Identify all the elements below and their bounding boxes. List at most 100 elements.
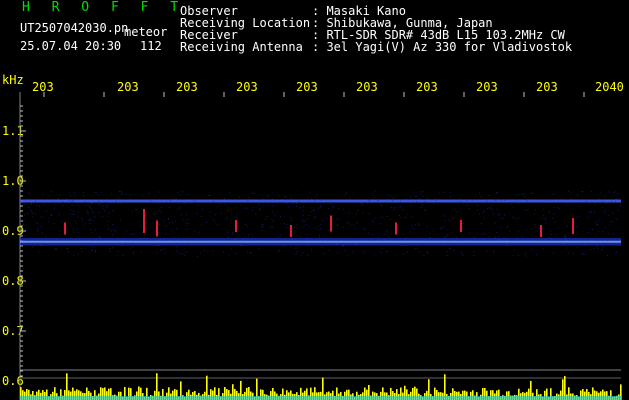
noise-dot xyxy=(422,191,424,193)
noise-dot xyxy=(40,225,42,227)
noise-dot xyxy=(332,206,334,208)
noise-dot xyxy=(617,192,619,194)
noise-dot xyxy=(607,254,609,256)
noise-dot xyxy=(396,255,398,257)
noise-dot xyxy=(315,197,317,199)
noise-dot xyxy=(570,213,572,215)
noise-dot xyxy=(290,216,292,218)
noise-dot xyxy=(418,223,420,225)
noise-dot xyxy=(62,205,64,207)
noise-dot xyxy=(495,199,497,201)
noise-dot xyxy=(458,210,460,212)
noise-dot xyxy=(212,201,214,203)
meteor-echo xyxy=(156,220,158,237)
noise-dot xyxy=(181,214,183,216)
noise-dot xyxy=(362,203,364,205)
noise-dot xyxy=(597,230,599,232)
noise-dot xyxy=(220,212,222,214)
noise-dot xyxy=(209,194,211,196)
noise-dot xyxy=(108,220,110,222)
noise-dot xyxy=(507,225,509,227)
noise-dot xyxy=(443,225,445,227)
noise-dot xyxy=(387,250,389,252)
noise-dot xyxy=(590,210,592,212)
noise-dot xyxy=(248,234,250,236)
noise-dot xyxy=(286,226,288,228)
noise-dot xyxy=(349,224,351,226)
noise-dot xyxy=(290,219,292,221)
noise-dot xyxy=(601,249,603,251)
noise-dot xyxy=(188,194,190,196)
noise-dot xyxy=(354,227,356,229)
noise-dot xyxy=(594,212,596,214)
noise-dot xyxy=(271,191,273,193)
noise-dot xyxy=(219,203,221,205)
noise-dot xyxy=(46,210,48,212)
noise-dot xyxy=(557,227,559,229)
noise-dot xyxy=(90,228,92,230)
noise-dot xyxy=(353,192,355,194)
noise-dot xyxy=(387,194,389,196)
noise-dot xyxy=(307,217,309,219)
noise-dot xyxy=(617,209,619,211)
noise-dot xyxy=(183,253,185,255)
noise-dot xyxy=(582,254,584,256)
noise-dot xyxy=(620,205,622,207)
noise-dot xyxy=(447,255,449,257)
noise-dot xyxy=(69,195,71,197)
noise-dot xyxy=(466,205,468,207)
noise-dot xyxy=(92,249,94,251)
noise-dot xyxy=(613,191,615,193)
noise-dot xyxy=(347,255,349,257)
noise-dot xyxy=(382,217,384,219)
noise-dot xyxy=(478,213,480,215)
noise-dot xyxy=(615,198,617,200)
noise-dot xyxy=(74,195,76,197)
noise-dot xyxy=(278,195,280,197)
noise-dot xyxy=(525,229,527,231)
noise-dot xyxy=(395,196,397,198)
noise-dot xyxy=(426,226,428,228)
noise-dot xyxy=(109,202,111,204)
meteor-echo xyxy=(395,222,397,235)
noise-dot xyxy=(184,255,186,257)
noise-dot xyxy=(235,253,237,255)
noise-dot xyxy=(97,194,99,196)
noise-dot xyxy=(410,196,412,198)
noise-dot xyxy=(223,251,225,253)
noise-dot xyxy=(67,251,69,253)
noise-dot xyxy=(73,255,75,257)
noise-dot xyxy=(435,198,437,200)
noise-dot xyxy=(262,223,264,225)
noise-dot xyxy=(198,232,200,234)
noise-dot xyxy=(497,214,499,216)
noise-dot xyxy=(42,193,44,195)
spectrogram-plot xyxy=(19,92,622,400)
noise-dot xyxy=(475,195,477,197)
noise-dot xyxy=(22,254,24,256)
noise-dot xyxy=(132,233,134,235)
noise-dot xyxy=(129,202,131,204)
noise-dot xyxy=(84,248,86,250)
noise-dot xyxy=(87,212,89,214)
noise-dot xyxy=(165,233,167,235)
noise-dot xyxy=(311,197,313,199)
noise-dot xyxy=(115,200,117,202)
noise-dot xyxy=(181,191,183,193)
noise-dot xyxy=(588,231,590,233)
noise-dot xyxy=(82,225,84,227)
noise-dot xyxy=(500,226,502,228)
noise-dot xyxy=(169,206,171,208)
noise-dot xyxy=(226,216,228,218)
noise-dot xyxy=(84,223,86,225)
noise-dot xyxy=(517,236,519,238)
noise-dot xyxy=(118,191,120,193)
meteor-echo xyxy=(64,222,66,235)
noise-dot xyxy=(278,250,280,252)
noise-dot xyxy=(402,233,404,235)
noise-dot xyxy=(214,214,216,216)
noise-dot xyxy=(169,222,171,224)
noise-dot xyxy=(244,224,246,226)
noise-dot xyxy=(327,229,329,231)
noise-dot xyxy=(91,245,93,247)
